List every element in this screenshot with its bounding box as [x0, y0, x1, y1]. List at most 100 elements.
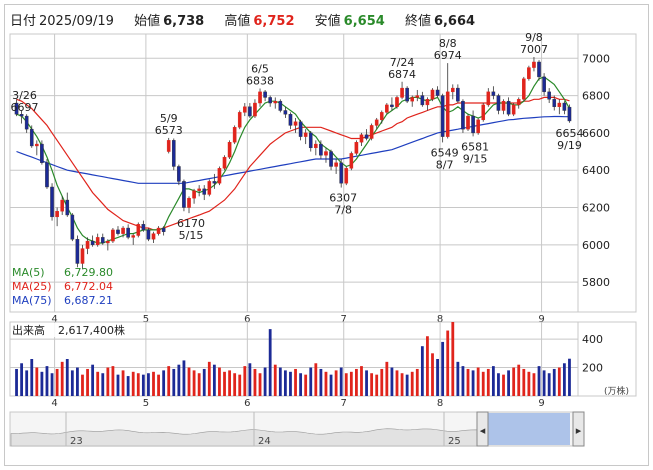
navigator-selected-range: [488, 413, 570, 445]
candle-up: [415, 95, 420, 98]
volume-bar: [167, 366, 171, 396]
candle-down: [126, 227, 130, 238]
volume-bar: [390, 367, 394, 396]
volume-bar: [476, 367, 480, 396]
candle-up: [217, 168, 222, 184]
volume-bar: [299, 373, 303, 396]
candle-up: [80, 248, 85, 264]
candle-down: [420, 95, 425, 106]
candle-down: [116, 229, 120, 234]
navigator-panel: 23 24 25 ◂ ▸: [9, 411, 585, 447]
candle-down: [308, 132, 313, 149]
volume-bar: [15, 368, 18, 396]
candle-up: [379, 112, 384, 121]
candle-down: [19, 114, 24, 117]
volume-bar: [334, 370, 338, 396]
volume-bar: [253, 368, 257, 396]
candle-up: [385, 104, 389, 113]
candle-up: [253, 102, 257, 117]
candle-down: [141, 224, 146, 231]
candle-down: [339, 162, 343, 184]
annotation-value: 6573: [155, 124, 183, 137]
volume-bar: [182, 360, 186, 396]
legend-name: MA(75): [12, 294, 52, 307]
candle-up: [527, 67, 531, 79]
price-tick-label: 7000: [582, 52, 610, 65]
volume-bar: [101, 373, 105, 396]
volume-bar: [40, 371, 44, 396]
volume-bar: [557, 367, 561, 396]
candle-down: [90, 240, 95, 246]
volume-bar: [141, 374, 145, 396]
price-tick-label: 6200: [582, 202, 610, 215]
candle-up: [187, 197, 191, 208]
volume-tick-label: 400: [582, 333, 603, 346]
volume-bar: [344, 373, 348, 396]
volume-month-label: 6: [244, 398, 250, 409]
candle-down: [364, 134, 369, 139]
candle-up: [430, 89, 435, 100]
candle-down: [329, 151, 333, 167]
volume-bar: [162, 370, 166, 396]
volume-bar: [517, 364, 521, 396]
candle-up: [466, 115, 470, 130]
candle-up: [450, 87, 455, 93]
volume-month-label: 5: [143, 398, 149, 409]
candle-up: [35, 143, 39, 147]
volume-bar: [86, 368, 89, 396]
volume-bar: [273, 364, 277, 396]
volume-bar: [294, 368, 297, 396]
volume-bar: [50, 373, 54, 396]
candle-down: [440, 95, 445, 137]
candle-up: [151, 233, 156, 240]
candle-up: [557, 102, 562, 107]
volume-bar: [400, 373, 404, 396]
volume-bar: [202, 368, 206, 396]
volume-bar: [258, 373, 262, 396]
candle-up: [511, 104, 516, 115]
candle-down: [24, 115, 29, 130]
price-panel: 4 5 6 7 8 958006000620064006600680070003/2666…: [9, 31, 637, 325]
candle-down: [319, 143, 323, 156]
candle-down: [278, 100, 283, 111]
candle-down: [100, 237, 105, 244]
volume-bar: [532, 373, 536, 396]
volume-bar: [268, 329, 272, 396]
volume-bar: [60, 361, 64, 396]
candle-down: [50, 186, 54, 218]
volume-bar: [446, 330, 450, 396]
volume-bar: [497, 373, 500, 396]
volume-bar: [415, 368, 419, 396]
volume-bar: [349, 371, 353, 396]
volume-bar: [360, 366, 363, 396]
volume-bar: [223, 371, 226, 396]
candle-down: [161, 227, 166, 232]
volume-bar: [243, 366, 247, 396]
candle-up: [410, 97, 415, 102]
volume-bar: [370, 373, 374, 396]
volume-bar: [365, 370, 368, 396]
volume-month-label: 8: [437, 398, 443, 409]
candle-up: [481, 104, 486, 121]
volume-bar: [192, 370, 196, 396]
navigator-year-label: 25: [448, 436, 461, 447]
candle-up: [232, 127, 237, 143]
candle-up: [222, 156, 227, 169]
volume-bar: [126, 376, 130, 396]
candle-up: [156, 227, 161, 234]
volume-bar: [238, 374, 242, 396]
volume-bar: [512, 367, 516, 396]
volume-bar: [248, 363, 252, 396]
legend-value: 6,729.80: [64, 266, 113, 279]
volume-bar: [157, 374, 160, 396]
volume-bar: [172, 368, 176, 396]
volume-bar: [461, 366, 465, 396]
volume-bar: [197, 373, 201, 396]
volume-bar: [542, 370, 546, 396]
candle-up: [349, 153, 354, 169]
volume-bar: [187, 367, 191, 396]
candle-down: [202, 188, 207, 195]
candle-down: [45, 162, 49, 188]
candle-down: [268, 97, 272, 104]
candle-down: [283, 110, 288, 115]
